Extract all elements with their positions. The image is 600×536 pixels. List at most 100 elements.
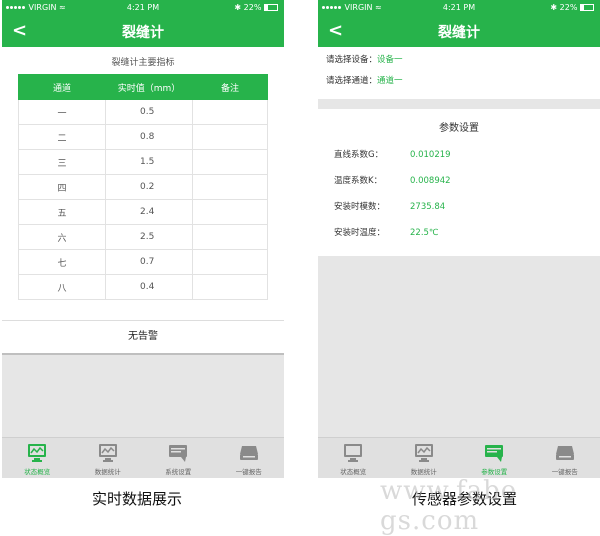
tab-label: 系统设置	[165, 468, 191, 476]
battery-icon	[580, 4, 594, 11]
selector-panel: 请选择设备：设备一 请选择通道：通道一	[318, 47, 600, 99]
table-row: 六2.5	[19, 225, 268, 250]
tab-parameter-settings[interactable]: 参数设置	[459, 438, 530, 478]
column-header-value: 实时值（mm）	[106, 75, 193, 100]
tab-one-click-report[interactable]: 一键报告	[214, 438, 285, 478]
table-row: 一0.5	[19, 100, 268, 125]
device-selector[interactable]: 请选择设备：设备一	[326, 53, 592, 65]
chart-icon	[97, 442, 119, 464]
report-icon	[554, 442, 576, 464]
channel-cell: 一	[19, 100, 106, 125]
param-label: 安装时模数：	[334, 194, 385, 220]
channel-cell: 八	[19, 275, 106, 300]
phone-params-screen: VIRGIN ≈ 4:21 PM ✱ 22% < 裂缝计 请选择设备：设备一 请…	[318, 0, 600, 478]
nav-bar: < 裂缝计	[318, 15, 600, 47]
settings-icon	[167, 442, 189, 464]
tab-data-statistics[interactable]: 数据统计	[389, 438, 460, 478]
tab-status-overview[interactable]: 状态概览	[318, 438, 389, 478]
param-value[interactable]: 22.5℃	[410, 220, 438, 246]
bluetooth-icon: ✱	[234, 3, 241, 12]
tab-system-settings[interactable]: 系统设置	[143, 438, 214, 478]
report-icon	[238, 442, 260, 464]
value-cell: 0.8	[106, 125, 193, 150]
param-value[interactable]: 0.010219	[410, 142, 451, 168]
channel-cell: 二	[19, 125, 106, 150]
monitor-icon	[342, 442, 364, 464]
battery-percent: 22%	[560, 3, 578, 12]
table-row: 八0.4	[19, 275, 268, 300]
table-row: 二0.8	[19, 125, 268, 150]
param-row: 安装时温度： 22.5℃	[318, 220, 600, 246]
tab-label: 参数设置	[481, 468, 507, 476]
column-header-note: 备注	[193, 75, 268, 100]
chart-icon	[413, 442, 435, 464]
alarm-status: 无告警	[2, 320, 284, 355]
table-row: 三1.5	[19, 150, 268, 175]
spacer	[2, 300, 284, 320]
channel-cell: 六	[19, 225, 106, 250]
battery-percent: 22%	[244, 3, 262, 12]
table-title: 裂缝计主要指标	[2, 47, 284, 74]
bluetooth-icon: ✱	[550, 3, 557, 12]
column-header-channel: 通道	[19, 75, 106, 100]
indicator-panel: 裂缝计主要指标 通道 实时值（mm） 备注 一0.5 二0.8 三1.5 四0.…	[2, 47, 284, 320]
note-cell	[193, 175, 268, 200]
tab-data-statistics[interactable]: 数据统计	[73, 438, 144, 478]
table-row: 四0.2	[19, 175, 268, 200]
channel-cell: 七	[19, 250, 106, 275]
channel-cell: 五	[19, 200, 106, 225]
monitor-icon	[26, 442, 48, 464]
page-title: 裂缝计	[318, 22, 600, 42]
note-cell	[193, 100, 268, 125]
value-cell: 0.5	[106, 100, 193, 125]
caption-left: 实时数据展示	[92, 488, 182, 509]
tab-bar: 状态概览 数据统计 参数设置 一键报告	[318, 437, 600, 478]
value-cell: 2.5	[106, 225, 193, 250]
tab-label: 一键报告	[552, 468, 578, 476]
param-label: 温度系数K：	[334, 168, 382, 194]
channel-selector[interactable]: 请选择通道：通道一	[326, 74, 592, 86]
param-row: 温度系数K： 0.008942	[318, 168, 600, 194]
note-cell	[193, 125, 268, 150]
channel-selector-label: 请选择通道：	[326, 76, 377, 86]
params-title: 参数设置	[318, 109, 600, 142]
watermark: www.fabe gs.com	[380, 476, 600, 536]
param-value[interactable]: 0.008942	[410, 168, 451, 194]
param-label: 直线系数G：	[334, 142, 383, 168]
page-title: 裂缝计	[2, 22, 284, 42]
value-cell: 0.4	[106, 275, 193, 300]
value-cell: 0.7	[106, 250, 193, 275]
param-row: 直线系数G： 0.010219	[318, 142, 600, 168]
param-row: 安装时模数： 2735.84	[318, 194, 600, 220]
channel-cell: 三	[19, 150, 106, 175]
settings-icon	[483, 442, 505, 464]
device-selector-label: 请选择设备：	[326, 55, 377, 65]
param-value[interactable]: 2735.84	[410, 194, 445, 220]
tab-bar: 状态概览 数据统计 系统设置 一键报告	[2, 437, 284, 478]
indicator-table: 通道 实时值（mm） 备注 一0.5 二0.8 三1.5 四0.2 五2.4 六…	[18, 74, 268, 300]
nav-bar: < 裂缝计	[2, 15, 284, 47]
table-row: 五2.4	[19, 200, 268, 225]
table-header-row: 通道 实时值（mm） 备注	[19, 75, 268, 100]
note-cell	[193, 200, 268, 225]
battery-icon	[264, 4, 278, 11]
tab-one-click-report[interactable]: 一键报告	[530, 438, 600, 478]
params-panel: 参数设置 直线系数G： 0.010219 温度系数K： 0.008942 安装时模数…	[318, 109, 600, 256]
param-label: 安装时温度：	[334, 220, 385, 246]
device-selector-value[interactable]: 设备一	[377, 55, 403, 65]
table-row: 七0.7	[19, 250, 268, 275]
value-cell: 0.2	[106, 175, 193, 200]
value-cell: 2.4	[106, 200, 193, 225]
value-cell: 1.5	[106, 150, 193, 175]
phone-realtime-screen: VIRGIN ≈ 4:21 PM ✱ 22% < 裂缝计 裂缝计主要指标 通道 …	[2, 0, 284, 478]
tab-label: 数据统计	[95, 468, 121, 476]
status-bar: VIRGIN ≈ 4:21 PM ✱ 22%	[318, 0, 600, 15]
note-cell	[193, 250, 268, 275]
tab-label: 一键报告	[236, 468, 262, 476]
channel-selector-value[interactable]: 通道一	[377, 76, 403, 86]
note-cell	[193, 150, 268, 175]
note-cell	[193, 275, 268, 300]
tab-label: 状态概览	[340, 468, 366, 476]
channel-cell: 四	[19, 175, 106, 200]
tab-status-overview[interactable]: 状态概览	[2, 438, 73, 478]
